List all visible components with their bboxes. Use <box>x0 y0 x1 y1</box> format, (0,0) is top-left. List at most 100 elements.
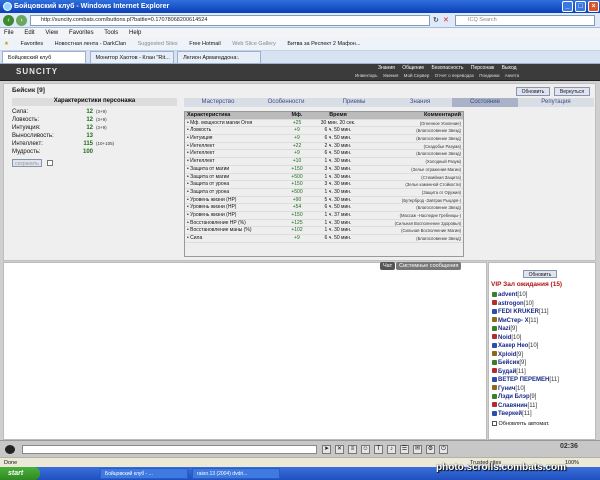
effect-row: • Мф. мощности магии Огня +25 30 мин. 20 с… <box>185 119 463 128</box>
tab-features[interactable]: Особенности <box>252 98 320 107</box>
effect-row: • Уровень жизни (HP) +90 5 ч. 30 мин. (Буте… <box>185 196 463 205</box>
nav-link[interactable]: Безопасность <box>432 65 464 71</box>
apply-button[interactable]: сохранить <box>12 159 42 167</box>
room-user[interactable]: ВЕТЕР ПЕРЕМЕН[11] <box>492 376 592 385</box>
room-user[interactable]: Славянин[11] <box>492 402 592 411</box>
effect-row: • Уровень жизни (HP) +54 6 ч. 50 мин. (Благ… <box>185 204 463 212</box>
room-user[interactable]: Лэди Блэр[9] <box>492 393 592 402</box>
room-user[interactable]: Будай[11] <box>492 368 592 377</box>
room-user[interactable]: МиСтер- X[11] <box>492 317 592 326</box>
send-icon[interactable]: ➤ <box>322 445 331 454</box>
effect-row: • Интеллект +22 2 ч. 30 мин. (Снадобье Разу… <box>185 142 463 151</box>
close-icon[interactable]: × <box>588 1 599 12</box>
room-user[interactable]: Тверкей[11] <box>492 410 592 419</box>
room-user[interactable]: Noid[10] <box>492 334 592 343</box>
menu-file[interactable]: File <box>4 30 14 36</box>
room-user[interactable]: Хакер Нео[10] <box>492 342 592 351</box>
window-titlebar: Бойцовский клуб - Windows Internet Explo… <box>0 0 600 13</box>
bookmark-4[interactable]: Web Slice Gallery <box>232 38 276 50</box>
bookmark-5[interactable]: Битва за Респект 2 Мафон... <box>287 38 360 50</box>
room-user[interactable]: astrogon[10] <box>492 300 592 309</box>
nav-link[interactable]: Персонаж <box>471 65 494 71</box>
menu-tools[interactable]: Tools <box>104 30 118 36</box>
tab-mastery[interactable]: Мастерство <box>184 98 252 107</box>
back-icon[interactable]: ‹ <box>3 15 14 26</box>
sub-nav-link[interactable]: Мой Сервер <box>404 73 430 78</box>
auto-refresh-checkbox[interactable] <box>492 421 497 427</box>
nav-link[interactable]: Выход <box>502 65 517 71</box>
room-panel: Обновить VIP Зал ожидания (15) advent[10… <box>488 262 596 440</box>
clan-icon <box>492 334 497 340</box>
tab-chat[interactable]: Чат <box>380 262 396 270</box>
taskbar-item[interactable]: raion.13 (2004) dvdri... <box>192 468 280 479</box>
translit-icon[interactable]: T <box>374 445 383 454</box>
tab-state[interactable]: Состояние <box>452 98 518 107</box>
status-text: Done <box>4 460 18 466</box>
bookmark-1[interactable]: Новостная лента - DarkClan <box>55 38 126 50</box>
clan-icon <box>492 308 497 314</box>
room-user[interactable]: Nazi[9] <box>492 325 592 334</box>
minimize-icon[interactable]: _ <box>562 1 573 12</box>
nav-link[interactable]: Знания <box>378 65 395 71</box>
refresh-icon[interactable]: ↻ <box>433 16 439 24</box>
sound-icon[interactable]: ♪ <box>387 445 396 454</box>
apply-checkbox[interactable] <box>47 160 53 166</box>
clear-icon[interactable]: ✕ <box>335 445 344 454</box>
bookmark-3[interactable]: Free Hotmail <box>189 38 220 50</box>
sub-nav-link[interactable]: Анкета <box>505 73 519 78</box>
tab-reputation[interactable]: Репутация <box>518 98 594 107</box>
character-name-text: Бейсик <box>12 87 36 94</box>
chat-area[interactable] <box>3 262 487 440</box>
users-icon[interactable]: ☰ <box>400 445 409 454</box>
filter-icon[interactable]: ≡ <box>348 445 357 454</box>
favorites-button[interactable]: Favorites <box>20 38 43 50</box>
nav-link[interactable]: Общение <box>402 65 424 71</box>
chat-mode-icon[interactable] <box>5 445 15 454</box>
menu-edit[interactable]: Edit <box>24 30 34 36</box>
chat-input[interactable] <box>22 445 317 454</box>
bookmark-2[interactable]: Suggested Sites <box>138 38 178 50</box>
game-viewport: SUNCITY Знания Общение Безопасность Перс… <box>0 64 600 457</box>
tab-system-messages[interactable]: Системные сообщения <box>396 262 462 270</box>
sub-nav-link[interactable]: Отчет о переводах <box>435 73 474 78</box>
tab-techniques[interactable]: Приемы <box>320 98 388 107</box>
sub-nav-link[interactable]: Умения <box>383 73 399 78</box>
room-user[interactable]: Xploid[9] <box>492 351 592 360</box>
tab-knowledge[interactable]: Знания <box>388 98 452 107</box>
clan-icon <box>492 402 497 408</box>
browser-tab-3[interactable]: Легион Армагеддона:. <box>177 51 262 63</box>
url-input[interactable]: http://suncity.combats.com/buttons.pl?ba… <box>30 15 430 26</box>
game-clock: 02:36 <box>560 443 578 450</box>
exit-icon[interactable]: ⏻ <box>439 445 448 454</box>
refresh-button[interactable]: Обновить <box>516 87 550 96</box>
back-button[interactable]: Вернуться <box>554 87 590 96</box>
taskbar-item[interactable]: Бойцовский клуб - ... <box>100 468 188 479</box>
browser-tab-1[interactable]: Бойцовский клуб <box>2 51 86 63</box>
room-user[interactable]: Гунич[10] <box>492 385 592 394</box>
room-refresh-button[interactable]: Обновить <box>523 270 557 278</box>
start-button[interactable]: start <box>0 467 40 480</box>
room-title: VIP Зал ожидания (15) <box>491 281 563 288</box>
mail-icon[interactable]: ✉ <box>413 445 422 454</box>
maximize-icon[interactable]: □ <box>575 1 586 12</box>
room-user[interactable]: Бейсик[9] <box>492 359 592 368</box>
forward-icon[interactable]: › <box>16 15 27 26</box>
menu-view[interactable]: View <box>45 30 58 36</box>
stop-icon[interactable]: ✕ <box>443 16 449 24</box>
menu-bar: File Edit View Favorites Tools Help <box>0 28 600 38</box>
stats-title: Характеристики персонажа <box>12 98 177 106</box>
browser-tab-2[interactable]: Монитор Хаотов - Клан "Rit... <box>89 51 174 63</box>
search-input[interactable]: ICQ Search <box>455 15 595 26</box>
table-header: Характеристика Мф. Время Комментарий <box>185 112 463 120</box>
menu-favorites[interactable]: Favorites <box>69 30 94 36</box>
auto-refresh[interactable]: Обновлять автомат. <box>492 421 549 427</box>
sub-nav-link[interactable]: Инвентарь <box>355 73 377 78</box>
sub-nav-link[interactable]: Поединки <box>479 73 499 78</box>
character-name[interactable]: Бейсик [9] <box>12 87 45 94</box>
settings-icon[interactable]: ⚙ <box>426 445 435 454</box>
menu-help[interactable]: Help <box>129 30 141 36</box>
smiley-icon[interactable]: ☺ <box>361 445 370 454</box>
room-user[interactable]: FEDI KRUKER[11] <box>492 308 592 317</box>
room-user[interactable]: advent[10] <box>492 291 592 300</box>
clan-icon <box>492 342 497 348</box>
